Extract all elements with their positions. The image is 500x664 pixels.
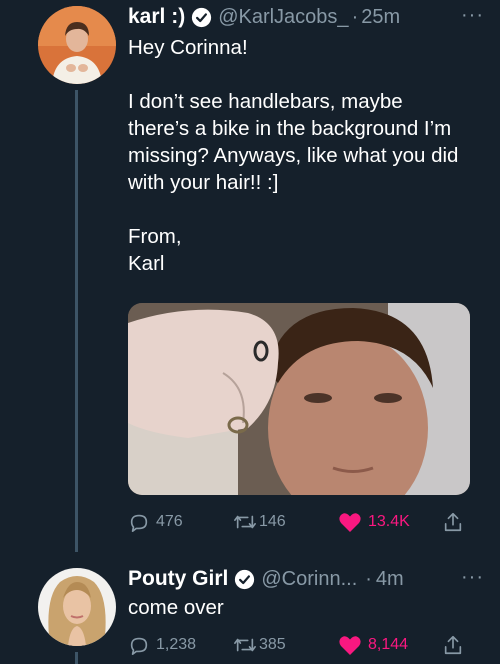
avatar[interactable] [38,568,116,646]
timestamp[interactable]: 4m [376,568,404,591]
more-icon[interactable]: ··· [461,4,484,27]
thread-line [75,652,78,664]
more-icon[interactable]: ··· [461,566,484,589]
tweet-actions: 476 146 13.4K [128,509,473,535]
separator-dot: · [365,567,372,590]
tweet-actions: 1,238 385 8,144 [128,632,473,658]
avatar[interactable] [38,6,116,84]
like-button[interactable]: 8,144 [338,632,408,658]
thread-line [75,90,78,552]
display-name[interactable]: karl :) [128,5,185,29]
like-count: 13.4K [368,513,410,530]
like-icon [338,634,362,656]
tweet-text: Hey Corinna! I don’t see handlebars, may… [128,34,478,277]
like-icon [338,511,362,533]
tweet-image[interactable] [128,303,470,495]
retweet-count: 385 [259,636,286,653]
tweet-paragraph: From, [128,225,182,248]
share-icon [443,511,463,533]
retweet-icon [233,511,257,533]
tweet-paragraph: Hey Corinna! [128,36,248,59]
handle[interactable]: @KarlJacobs_ [218,6,348,29]
tweet-header: Pouty Girl @Corinn... · 4m [128,564,404,594]
tweet-paragraph: Karl [128,252,165,275]
reply-count: 476 [156,513,183,530]
retweet-icon [233,634,257,656]
like-count: 8,144 [368,636,409,653]
like-button[interactable]: 13.4K [338,509,410,535]
tweet-pouty-girl[interactable]: Pouty Girl @Corinn... · 4m ··· come over… [0,552,500,664]
handle[interactable]: @Corinn... [261,568,357,591]
reply-button[interactable]: 476 [128,509,183,535]
verified-badge-icon [234,569,255,590]
tweet-header: karl :) @KarlJacobs_ · 25m [128,2,400,32]
tweet-text: come over [128,594,478,621]
tweet-karl[interactable]: karl :) @KarlJacobs_ · 25m ··· Hey Corin… [0,0,500,552]
reply-icon [128,634,150,656]
tweet-paragraph: come over [128,596,224,619]
reply-button[interactable]: 1,238 [128,632,196,658]
share-button[interactable] [443,632,463,658]
display-name[interactable]: Pouty Girl [128,567,228,591]
share-icon [443,634,463,656]
retweet-button[interactable]: 385 [233,632,286,658]
timestamp[interactable]: 25m [361,6,400,29]
retweet-button[interactable]: 146 [233,509,286,535]
retweet-count: 146 [259,513,286,530]
tweet-paragraph: I don’t see handlebars, maybe there’s a … [128,90,459,194]
share-button[interactable] [443,509,463,535]
reply-count: 1,238 [156,636,197,653]
reply-icon [128,511,150,533]
separator-dot: · [351,5,359,28]
verified-badge-icon [191,7,212,28]
